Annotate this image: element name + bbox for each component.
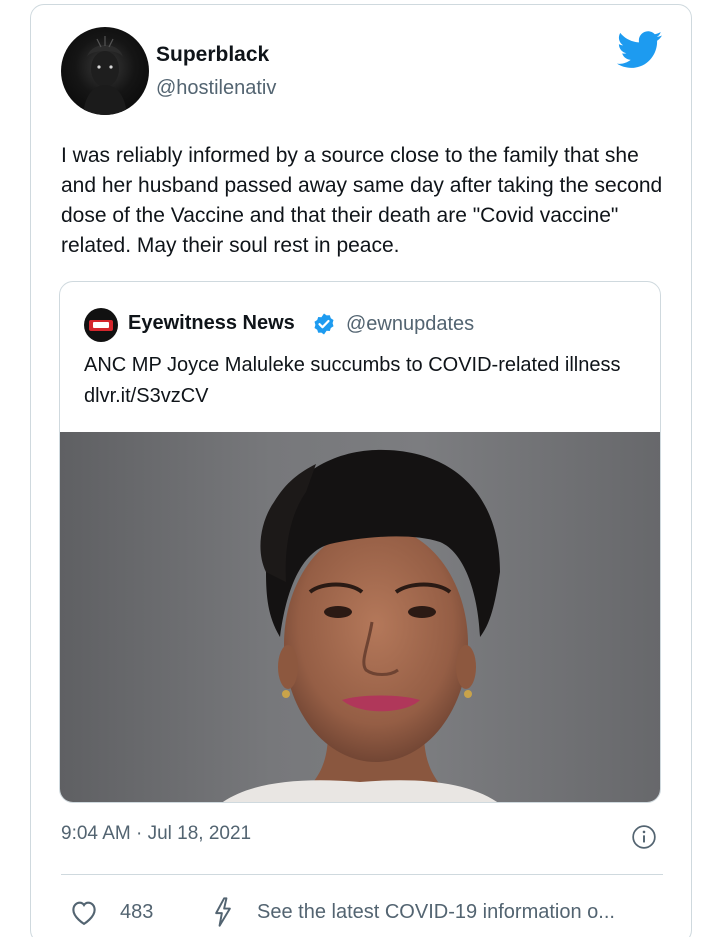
- quoted-author-handle[interactable]: @ewnupdates: [346, 313, 474, 336]
- author-display-name[interactable]: Superblack: [156, 43, 269, 67]
- quoted-author-name[interactable]: Eyewitness News: [128, 312, 295, 335]
- twitter-bird-icon[interactable]: [617, 31, 663, 69]
- info-icon[interactable]: [631, 824, 657, 850]
- quoted-tweet-photo[interactable]: [60, 432, 660, 802]
- like-count[interactable]: 483: [120, 901, 153, 924]
- author-avatar[interactable]: [61, 27, 149, 115]
- covid-info-link[interactable]: See the latest COVID-19 information o...: [257, 901, 657, 924]
- verified-badge-icon: [314, 313, 334, 335]
- avatar-portrait: [83, 36, 127, 115]
- author-handle[interactable]: @hostilenativ: [156, 77, 276, 100]
- divider: [61, 874, 663, 875]
- tweet-timestamp[interactable]: 9:04 AM · Jul 18, 2021: [61, 823, 251, 845]
- quoted-tweet[interactable]: Eyewitness News @ewnupdates ANC MP Joyce…: [59, 281, 661, 803]
- quoted-tweet-text: ANC MP Joyce Maluleke succumbs to COVID-…: [84, 354, 621, 407]
- tweet-text: I was reliably informed by a source clos…: [61, 144, 663, 257]
- heart-icon[interactable]: [69, 898, 99, 926]
- quoted-author-avatar[interactable]: [84, 308, 118, 342]
- portrait-image: [223, 449, 500, 802]
- tweet-card: Superblack @hostilenativ I was reliably …: [30, 4, 692, 937]
- bolt-icon: [215, 897, 231, 927]
